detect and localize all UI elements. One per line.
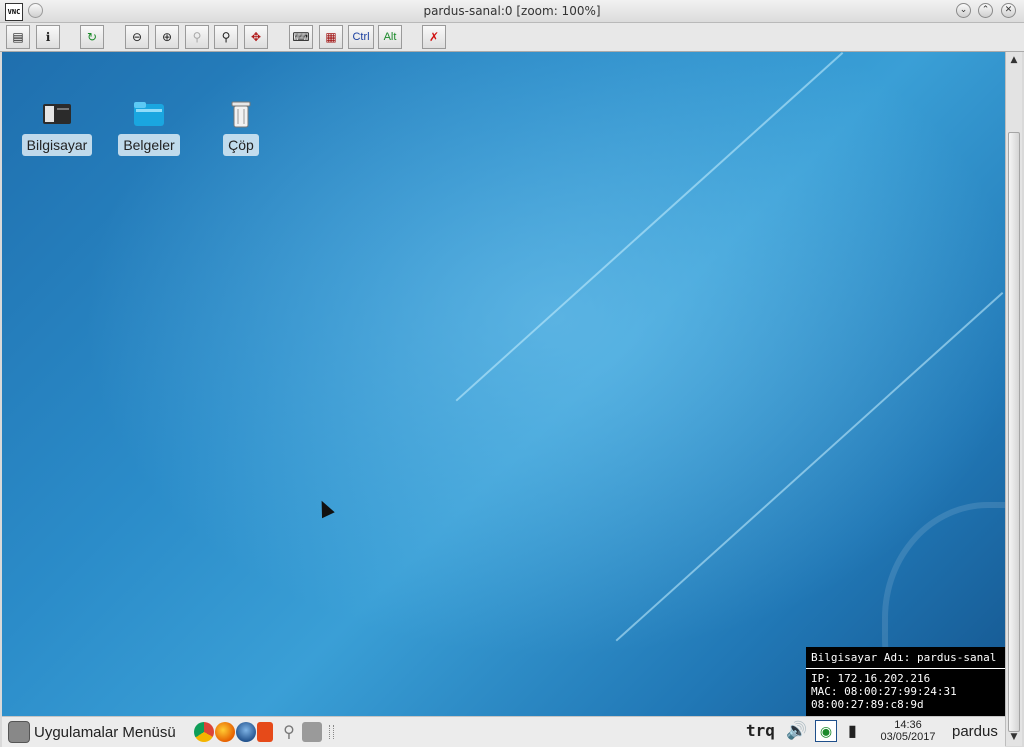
taskbar-separator bbox=[329, 725, 334, 739]
hostname-text: Bilgisayar Adı: pardus-sanal bbox=[811, 651, 997, 664]
desktop-icon-computer[interactable]: Bilgisayar bbox=[17, 98, 97, 156]
remote-desktop[interactable]: Bilgisayar Belgeler Çöp bbox=[2, 52, 1005, 716]
zoom-fit-icon[interactable]: ⚲ bbox=[214, 25, 238, 49]
computer-icon bbox=[40, 98, 74, 130]
desktop-icon-label: Çöp bbox=[223, 134, 259, 156]
window-titlebar: VNC pardus-sanal:0 [zoom: 100%] ⌄ ⌃ ✕ bbox=[0, 0, 1024, 23]
minimize-button[interactable]: ⌄ bbox=[956, 3, 971, 18]
options-icon[interactable]: ▤ bbox=[6, 25, 30, 49]
mac-text: MAC: 08:00:27:99:24:31 bbox=[811, 685, 957, 698]
vnc-toolbar: ▤ ℹ ↻ ⊖ ⊕ ⚲ ⚲ ✥ ⌨ ▦ Ctrl Alt ✗ bbox=[0, 23, 1024, 52]
firefox-icon[interactable] bbox=[215, 722, 235, 742]
desktop-icon-label: Belgeler bbox=[118, 134, 180, 156]
volume-icon[interactable]: 🔊 bbox=[786, 721, 807, 741]
refresh-icon[interactable]: ↻ bbox=[80, 25, 104, 49]
file-manager-icon[interactable] bbox=[302, 722, 322, 742]
ctrl-key-button[interactable]: Ctrl bbox=[348, 25, 374, 49]
thunderbird-icon[interactable] bbox=[236, 722, 256, 742]
search-icon[interactable]: ⚲ bbox=[279, 722, 299, 742]
scroll-up-arrow-icon[interactable]: ▲ bbox=[1007, 53, 1021, 67]
pardus-logo-icon bbox=[8, 721, 30, 743]
network-icon[interactable]: ◉ bbox=[815, 720, 837, 742]
documents-folder-icon bbox=[132, 98, 166, 130]
clock[interactable]: 14:36 03/05/2017 bbox=[872, 719, 944, 743]
zoom-100-icon[interactable]: ⚲ bbox=[185, 25, 209, 49]
send-keys-icon[interactable]: ⌨ bbox=[289, 25, 313, 49]
info-divider bbox=[806, 668, 1005, 669]
scrollbar-thumb[interactable] bbox=[1008, 132, 1020, 732]
disconnect-icon[interactable]: ✗ bbox=[422, 25, 446, 49]
zoom-in-icon[interactable]: ⊕ bbox=[155, 25, 179, 49]
fullscreen-icon[interactable]: ✥ bbox=[244, 25, 268, 49]
scroll-down-arrow-icon[interactable]: ▼ bbox=[1007, 730, 1021, 744]
trash-icon bbox=[224, 98, 258, 130]
close-button[interactable]: ✕ bbox=[1001, 3, 1016, 18]
zoom-out-icon[interactable]: ⊖ bbox=[125, 25, 149, 49]
ip-text: IP: 172.16.202.216 bbox=[811, 672, 931, 685]
toggle-toolbar-icon[interactable]: ▦ bbox=[319, 25, 343, 49]
mouse-cursor bbox=[315, 497, 335, 519]
desktop-icon-label: Bilgisayar bbox=[21, 134, 93, 156]
maximize-button[interactable]: ⌃ bbox=[978, 3, 993, 18]
keyboard-layout-indicator[interactable]: trq bbox=[746, 721, 775, 740]
applications-menu-label: Uygulamalar Menüsü bbox=[34, 723, 176, 741]
window-title: pardus-sanal:0 [zoom: 100%] bbox=[423, 4, 601, 18]
info-icon[interactable]: ℹ bbox=[36, 25, 60, 49]
system-info-panel: Bilgisayar Adı: pardus-sanal IP: 172.16.… bbox=[806, 647, 1005, 716]
office-icon[interactable] bbox=[257, 722, 273, 742]
desktop-icon-documents[interactable]: Belgeler bbox=[109, 98, 189, 156]
clock-date: 03/05/2017 bbox=[880, 731, 936, 743]
chrome-icon[interactable] bbox=[194, 722, 214, 742]
vertical-scrollbar[interactable]: ▲ ▼ bbox=[1005, 52, 1022, 746]
alt-key-button[interactable]: Alt bbox=[378, 25, 402, 49]
desktop-icon-trash[interactable]: Çöp bbox=[201, 98, 281, 156]
mac2-text: 08:00:27:89:c8:9d bbox=[811, 698, 924, 711]
username-label[interactable]: pardus bbox=[952, 723, 998, 740]
taskbar: Uygulamalar Menüsü ⚲ trq 🔊 ◉ ▮ 14:36 03/… bbox=[2, 716, 1005, 747]
clock-time: 14:36 bbox=[894, 719, 922, 731]
battery-icon[interactable]: ▮ bbox=[848, 721, 857, 741]
applications-menu-button[interactable]: Uygulamalar Menüsü bbox=[8, 720, 176, 744]
wallpaper-streak bbox=[455, 52, 844, 402]
